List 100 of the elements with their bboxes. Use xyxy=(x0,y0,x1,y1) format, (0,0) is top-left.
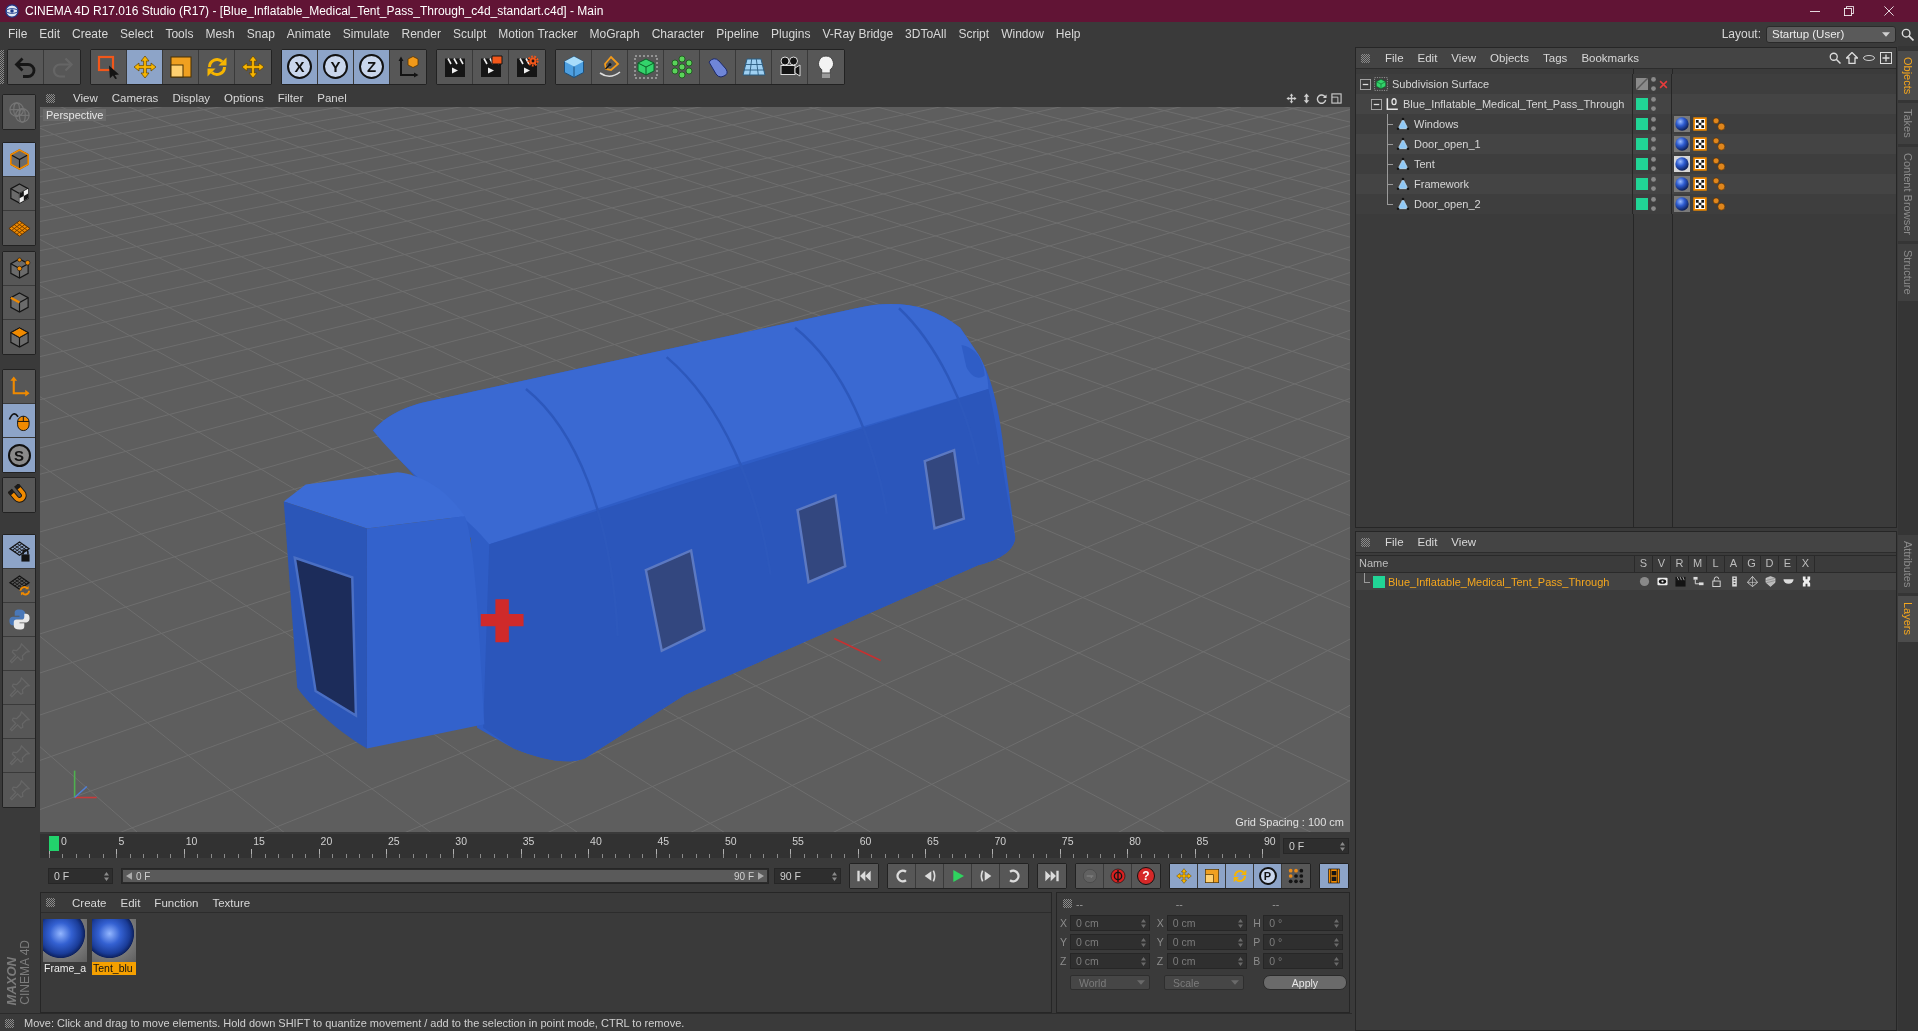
two-dots-icon[interactable] xyxy=(1651,137,1656,151)
layer-swatch-icon[interactable] xyxy=(1636,98,1648,110)
edges-mode-button[interactable] xyxy=(3,286,35,320)
menu-item[interactable]: Motion Tracker xyxy=(492,27,584,41)
axis-lock-button[interactable]: Y xyxy=(318,49,354,84)
menu-item[interactable]: Tools xyxy=(159,27,200,41)
polygons-mode-button[interactable] xyxy=(3,320,35,354)
checkerboard-icon[interactable] xyxy=(1693,137,1707,151)
side-tab[interactable]: Objects xyxy=(1898,51,1918,101)
snap-lock-button[interactable] xyxy=(3,535,35,569)
material-menu-item[interactable]: Function xyxy=(147,896,206,909)
column-header[interactable]: L xyxy=(1707,556,1725,572)
checkerboard-icon[interactable] xyxy=(1693,117,1707,131)
two-balls-icon[interactable] xyxy=(1712,157,1726,171)
menu-item[interactable]: Character xyxy=(645,27,711,41)
object-menu-item[interactable]: Edit xyxy=(1410,52,1445,64)
eye-icon[interactable] xyxy=(1656,576,1668,587)
key-pla-button[interactable] xyxy=(1282,864,1310,888)
go-to-end-button[interactable] xyxy=(1038,864,1066,888)
range-fill[interactable]: 0 F 90 F xyxy=(123,870,767,882)
recent-tool-button[interactable] xyxy=(235,49,271,84)
scale-tool-button[interactable] xyxy=(163,49,199,84)
viewport-menu-item[interactable]: Panel xyxy=(310,92,354,104)
menu-item[interactable]: Select xyxy=(114,27,160,41)
checkerboard-icon[interactable] xyxy=(1693,197,1707,211)
hierarchy-icon[interactable] xyxy=(1692,576,1704,587)
deformer-button[interactable] xyxy=(700,49,736,84)
two-dots-icon[interactable] xyxy=(1651,117,1656,131)
column-header[interactable]: R xyxy=(1671,556,1689,572)
menu-item[interactable]: Render xyxy=(395,27,447,41)
column-header[interactable]: M xyxy=(1689,556,1707,572)
layer-swatch-icon[interactable] xyxy=(1636,178,1648,190)
menu-item[interactable]: Pipeline xyxy=(710,27,766,41)
menu-item[interactable]: Create xyxy=(66,27,115,41)
soft-selection-button[interactable]: S xyxy=(3,438,35,472)
pyramid-icon[interactable] xyxy=(1746,576,1758,587)
texture-mode-button[interactable] xyxy=(3,177,35,211)
render-to-viewer-button[interactable] xyxy=(473,49,509,84)
menu-item[interactable]: Window xyxy=(995,27,1050,41)
light-button[interactable] xyxy=(808,49,844,84)
two-balls-icon[interactable] xyxy=(1712,177,1726,191)
timeline-button[interactable] xyxy=(1320,864,1348,888)
spinner-icon[interactable] xyxy=(832,871,837,881)
two-dots-icon[interactable] xyxy=(1651,177,1656,191)
shield-icon[interactable] xyxy=(1764,576,1776,587)
clapperboard-icon[interactable] xyxy=(1674,576,1686,587)
object-menu-item[interactable]: Objects xyxy=(1483,52,1537,64)
axis-mode-button[interactable] xyxy=(3,370,35,404)
pan-arrows-icon[interactable] xyxy=(1286,92,1297,104)
go-to-start-button[interactable] xyxy=(850,864,878,888)
material-menu-item[interactable]: Create xyxy=(65,896,114,909)
key-parameter-button[interactable]: P xyxy=(1254,864,1282,888)
cube-button[interactable] xyxy=(556,49,592,84)
side-tab[interactable]: Layers xyxy=(1898,596,1918,642)
axis-lock-button[interactable]: X xyxy=(282,49,318,84)
zoom-arrows-icon[interactable] xyxy=(1301,92,1312,104)
checkerboard-icon[interactable] xyxy=(1693,177,1707,191)
cloner-button[interactable] xyxy=(664,49,700,84)
object-row[interactable]: Framework xyxy=(1356,174,1896,194)
render-settings-button[interactable] xyxy=(509,49,545,84)
sphere-icon[interactable] xyxy=(1674,116,1690,132)
pen-tool-button[interactable] xyxy=(592,49,628,84)
menu-item[interactable]: 3DToAll xyxy=(899,27,953,41)
object-row[interactable]: Blue_Inflatable_Medical_Tent_Pass_Through xyxy=(1356,94,1896,114)
material-item[interactable]: Frame_a xyxy=(43,919,87,975)
grip-handle-icon[interactable] xyxy=(1361,53,1370,63)
padlock-icon[interactable] xyxy=(1710,576,1722,587)
layer-swatch-icon[interactable] xyxy=(1636,158,1648,170)
previous-frame-button[interactable] xyxy=(916,864,944,888)
sphere-icon[interactable] xyxy=(1674,196,1690,212)
blocky-x-icon[interactable] xyxy=(1800,576,1812,587)
menu-item[interactable]: Snap xyxy=(240,27,281,41)
arrow-left-icon[interactable] xyxy=(126,872,132,880)
menu-item[interactable]: Sculpt xyxy=(446,27,493,41)
workplane-mode-button[interactable] xyxy=(3,211,35,245)
sphere-icon[interactable] xyxy=(1674,176,1690,192)
autokey-button[interactable] xyxy=(1104,864,1132,888)
sphere-icon[interactable] xyxy=(1674,156,1690,172)
previous-key-button[interactable] xyxy=(888,864,916,888)
grip-handle-icon[interactable] xyxy=(5,1018,14,1028)
selection-tool-button[interactable] xyxy=(91,49,127,84)
camera-button[interactable] xyxy=(772,49,808,84)
viewport-menu-item[interactable]: Display xyxy=(165,92,218,104)
floor-button[interactable] xyxy=(736,49,772,84)
grip-handle-icon[interactable] xyxy=(46,93,55,103)
layer-swatch-icon[interactable] xyxy=(1636,138,1648,150)
viewport-scene[interactable]: Perspective Grid Spacing : 100 cm xyxy=(40,107,1350,832)
undo-button[interactable] xyxy=(8,49,44,84)
viewport-menu-item[interactable]: Filter xyxy=(270,92,311,104)
subdivision-button[interactable] xyxy=(628,49,664,84)
arrow-right-icon[interactable] xyxy=(758,872,764,880)
two-dots-icon[interactable] xyxy=(1651,77,1656,91)
material-menu-item[interactable]: Texture xyxy=(205,896,258,909)
magnet-button[interactable] xyxy=(3,478,35,512)
object-menu-item[interactable]: Tags xyxy=(1536,52,1575,64)
viewport-menu-item[interactable]: Options xyxy=(217,92,271,104)
maximize-icon[interactable] xyxy=(1331,92,1342,104)
spinner-icon[interactable] xyxy=(1340,841,1345,851)
bowl-icon[interactable] xyxy=(1782,576,1794,587)
menu-item[interactable]: Animate xyxy=(280,27,337,41)
